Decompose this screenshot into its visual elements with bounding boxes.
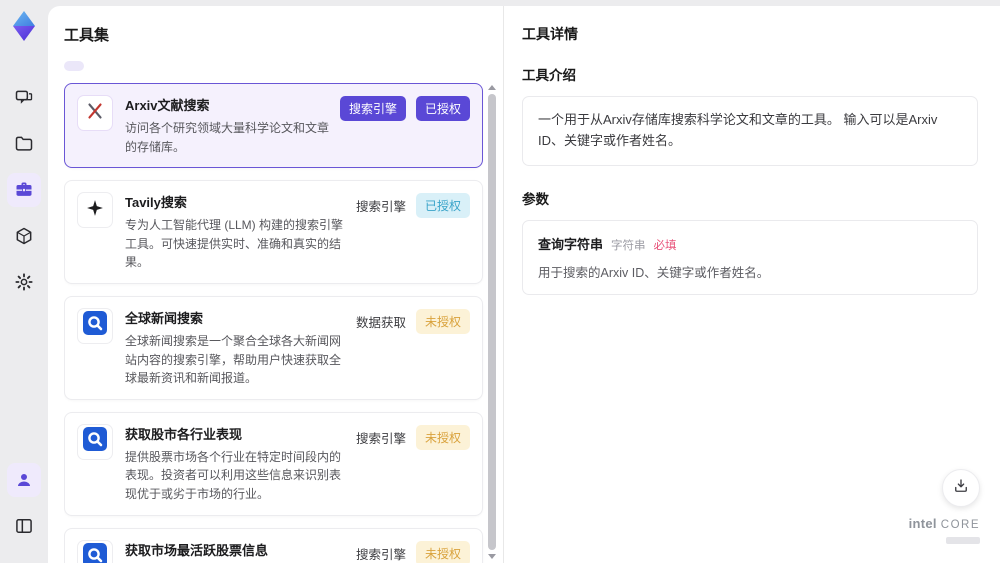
tool-card[interactable]: 获取市场最活跃股票信息 提供当天交易量最高的股票列表，投资者可以利用这些信息来识… bbox=[64, 527, 483, 563]
tool-name: Tavily搜索 bbox=[125, 195, 187, 211]
tool-description: 访问各个研究领域大量科学论文和文章的存储库。 bbox=[125, 121, 330, 154]
category-badge: 搜索引擎 bbox=[355, 547, 406, 562]
tool-description: 全球新闻搜索是一个聚合全球各大新闻网站内容的搜索引擎，帮助用户快速获取全球最新资… bbox=[125, 333, 342, 386]
auth-badge: 已授权 bbox=[415, 96, 470, 121]
sidebar-item-settings[interactable] bbox=[7, 265, 41, 299]
category-tab[interactable] bbox=[64, 61, 84, 71]
sidebar-item-account[interactable] bbox=[7, 463, 41, 497]
page-title: 工具集 bbox=[64, 27, 110, 44]
toolbox-icon bbox=[14, 180, 34, 200]
user-icon bbox=[15, 471, 33, 489]
list-scrollbar bbox=[487, 85, 497, 559]
settings-gear-icon bbox=[14, 272, 34, 292]
tool-name: Arxiv文献搜索 bbox=[125, 98, 210, 113]
auth-badge: 未授权 bbox=[415, 308, 470, 334]
auth-badge: 未授权 bbox=[415, 540, 470, 563]
arxiv-icon bbox=[84, 100, 106, 127]
folder-icon bbox=[14, 134, 34, 154]
auth-badge: 未授权 bbox=[415, 424, 470, 450]
scrollbar-thumb[interactable] bbox=[488, 94, 496, 550]
category-badge: 搜索引擎 bbox=[355, 431, 406, 446]
sidebar-item-models[interactable] bbox=[7, 219, 41, 253]
tool-card[interactable]: 全球新闻搜索 全球新闻搜索是一个聚合全球各大新闻网站内容的搜索引擎，帮助用户快速… bbox=[64, 295, 483, 400]
tool-card[interactable]: Tavily搜索 专为人工智能代理 (LLM) 构建的搜索引擎工具。可快速提供实… bbox=[64, 180, 483, 284]
sidebar-item-chat[interactable] bbox=[7, 81, 41, 115]
category-tab[interactable] bbox=[144, 61, 164, 71]
scroll-up-arrow-icon[interactable] bbox=[488, 85, 496, 90]
tool-list: Arxiv文献搜索 访问各个研究领域大量科学论文和文章的存储库。 搜索引擎 已授… bbox=[64, 83, 483, 563]
category-tab[interactable] bbox=[104, 61, 124, 71]
category-badge: 数据获取 bbox=[355, 315, 406, 330]
panel-toggle-icon bbox=[14, 516, 34, 536]
tool-list-scroll-area: Arxiv文献搜索 访问各个研究领域大量科学论文和文章的存储库。 搜索引擎 已授… bbox=[64, 83, 497, 563]
download-button[interactable] bbox=[942, 469, 980, 507]
param-description: 用于搜索的Arxiv ID、关键字或作者姓名。 bbox=[538, 265, 770, 280]
search-app-icon bbox=[82, 426, 108, 457]
params-heading: 参数 bbox=[522, 191, 549, 207]
intel-core-logo: intel CORE bbox=[909, 516, 980, 549]
detail-panel-title: 工具详情 bbox=[522, 26, 578, 42]
scroll-down-arrow-icon[interactable] bbox=[488, 554, 496, 559]
download-icon bbox=[952, 477, 970, 500]
param-type: 字符串 bbox=[611, 239, 646, 252]
tool-name: 获取市场最活跃股票信息 bbox=[125, 542, 269, 558]
sidebar-item-panel-toggle[interactable] bbox=[7, 509, 41, 543]
category-badge: 搜索引擎 bbox=[339, 96, 406, 121]
category-tab[interactable] bbox=[184, 61, 204, 71]
category-badge: 搜索引擎 bbox=[355, 200, 406, 215]
sidebar-item-tools[interactable] bbox=[7, 173, 41, 207]
app-logo bbox=[9, 10, 39, 47]
intro-text: 一个用于从Arxiv存储库搜索科学论文和文章的工具。 输入可以是Arxiv ID… bbox=[538, 112, 938, 148]
left-rail bbox=[0, 0, 48, 563]
search-app-icon bbox=[82, 542, 108, 563]
intel-logo-sub-mark bbox=[946, 537, 980, 544]
cube-icon bbox=[14, 226, 34, 246]
sidebar-item-files[interactable] bbox=[7, 127, 41, 161]
intro-box: 一个用于从Arxiv存储库搜索科学论文和文章的工具。 输入可以是Arxiv ID… bbox=[522, 96, 978, 166]
tool-description: 专为人工智能代理 (LLM) 构建的搜索引擎工具。可快速提供实时、准确和真实的结… bbox=[125, 218, 344, 270]
category-tabs bbox=[64, 61, 497, 71]
tool-name: 获取股市各行业表现 bbox=[125, 426, 243, 442]
tavily-star-icon bbox=[85, 198, 105, 223]
param-box: 查询字符串 字符串 必填 用于搜索的Arxiv ID、关键字或作者姓名。 bbox=[522, 219, 978, 295]
auth-badge: 已授权 bbox=[415, 193, 470, 219]
tool-description: 提供股票市场各个行业在特定时间段内的表现。投资者可以利用这些信息来识别表现优于或… bbox=[125, 449, 342, 501]
tool-card[interactable]: Arxiv文献搜索 访问各个研究领域大量科学论文和文章的存储库。 搜索引擎 已授… bbox=[64, 83, 483, 169]
param-name: 查询字符串 bbox=[538, 236, 604, 252]
chat-icon bbox=[14, 88, 34, 108]
tool-detail-panel: 工具详情 工具介绍 一个用于从Arxiv存储库搜索科学论文和文章的工具。 输入可… bbox=[504, 6, 1000, 563]
search-app-icon bbox=[82, 310, 108, 341]
param-required-flag: 必填 bbox=[653, 239, 677, 252]
intro-heading: 工具介绍 bbox=[522, 68, 576, 83]
tool-name: 全球新闻搜索 bbox=[125, 310, 204, 326]
tool-card[interactable]: 获取股市各行业表现 提供股票市场各个行业在特定时间段内的表现。投资者可以利用这些… bbox=[64, 411, 483, 516]
main-panel: 工具集 Arxiv文献搜索 访问各个研究领域大量科学论文和文章的存储库。 搜索引… bbox=[48, 6, 1000, 563]
tool-list-panel: 工具集 Arxiv文献搜索 访问各个研究领域大量科学论文和文章的存储库。 搜索引… bbox=[48, 6, 503, 563]
